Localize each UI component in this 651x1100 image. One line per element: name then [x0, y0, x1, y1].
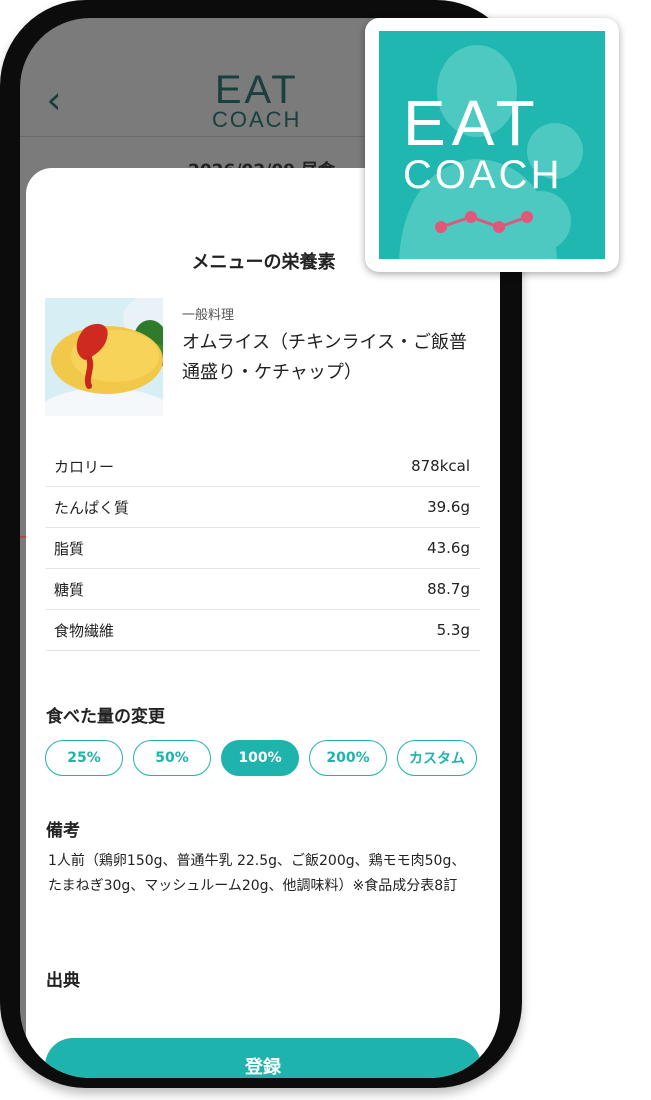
back-arrow-icon[interactable]: ‹ — [34, 80, 74, 120]
app-icon-tile: EAT COACH — [379, 31, 605, 259]
nutrition-value: 43.6g — [427, 539, 470, 557]
nutrition-row: 糖質 88.7g — [46, 569, 480, 610]
amount-options: 25% 50% 100% 200% カスタム — [45, 740, 481, 776]
amount-200-button[interactable]: 200% — [309, 740, 387, 776]
omelette-rice-image — [45, 298, 163, 416]
nutrition-label: 脂質 — [54, 539, 85, 558]
header-logo-line2: COACH — [212, 107, 302, 132]
source-heading: 出典 — [46, 971, 80, 991]
app-icon-line1: EAT — [403, 87, 541, 159]
nutrition-label: 糖質 — [54, 580, 85, 599]
nutrition-label: カロリー — [54, 457, 115, 476]
header-logo-line1: EAT — [214, 68, 299, 112]
notes-text: 1人前（鶏卵150g、普通牛乳 22.5g、ご飯200g、鶏モモ肉50g、たまね… — [48, 853, 466, 894]
nutrition-row: 脂質 43.6g — [46, 528, 480, 569]
nutrition-row: たんぱく質 39.6g — [46, 487, 480, 528]
nutrition-bottom-sheet: メニューの栄養素 一般料理 オムライス（チキンライス・ご飯普通盛り・ケチャップ） — [26, 168, 500, 1078]
header-logo: EAT COACH — [212, 70, 301, 132]
nutrition-value: 5.3g — [436, 621, 470, 639]
nutrition-table: カロリー 878kcal たんぱく質 39.6g 脂質 43.6g 糖質 88.… — [46, 446, 480, 651]
food-category: 一般料理 — [182, 308, 235, 323]
notes-heading: 備考 — [46, 821, 80, 841]
amount-25-button[interactable]: 25% — [45, 740, 123, 776]
nutrition-label: たんぱく質 — [54, 498, 130, 517]
app-icon-badge: EAT COACH — [365, 18, 619, 272]
food-photo — [45, 298, 163, 416]
nutrition-row: カロリー 878kcal — [46, 446, 480, 487]
register-button[interactable]: 登録 — [45, 1038, 481, 1078]
nutrition-value: 878kcal — [411, 457, 470, 475]
amount-heading: 食べた量の変更 — [46, 707, 165, 727]
nutrition-row: 食物繊維 5.3g — [46, 610, 480, 651]
food-name: オムライス（チキンライス・ご飯普通盛り・ケチャップ） — [182, 332, 467, 383]
amount-50-button[interactable]: 50% — [133, 740, 211, 776]
amount-custom-button[interactable]: カスタム — [397, 740, 477, 776]
app-icon-line2: COACH — [403, 153, 563, 197]
nutrition-value: 88.7g — [427, 580, 470, 598]
nutrition-value: 39.6g — [427, 498, 470, 516]
nutrition-label: 食物繊維 — [54, 621, 115, 640]
amount-100-button[interactable]: 100% — [221, 740, 299, 776]
